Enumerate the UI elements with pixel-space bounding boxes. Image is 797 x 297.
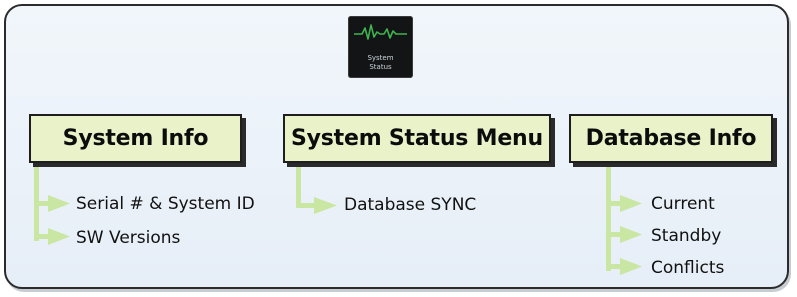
branch-line-database-info	[606, 163, 611, 271]
branch-arrow	[48, 228, 70, 245]
branch-arrow	[314, 197, 337, 214]
menu-item-serial-system-id: Serial # & System ID	[76, 194, 255, 214]
branch-arrow	[620, 226, 642, 243]
menu-item-current: Current	[651, 194, 715, 214]
branch-line-system-status	[296, 163, 301, 208]
menu-header-system-info: System Info	[29, 114, 242, 163]
menu-header-database-info: Database Info	[569, 114, 773, 163]
branch-arrow	[620, 258, 642, 275]
menu-item-conflicts: Conflicts	[651, 258, 725, 278]
branch-arrow	[620, 195, 642, 212]
menu-item-sw-versions: SW Versions	[76, 228, 181, 248]
menu-header-system-status: System Status Menu	[283, 114, 551, 163]
branch-arrow	[48, 195, 70, 212]
menu-item-standby: Standby	[651, 226, 722, 246]
menu-item-database-sync: Database SYNC	[344, 195, 477, 215]
